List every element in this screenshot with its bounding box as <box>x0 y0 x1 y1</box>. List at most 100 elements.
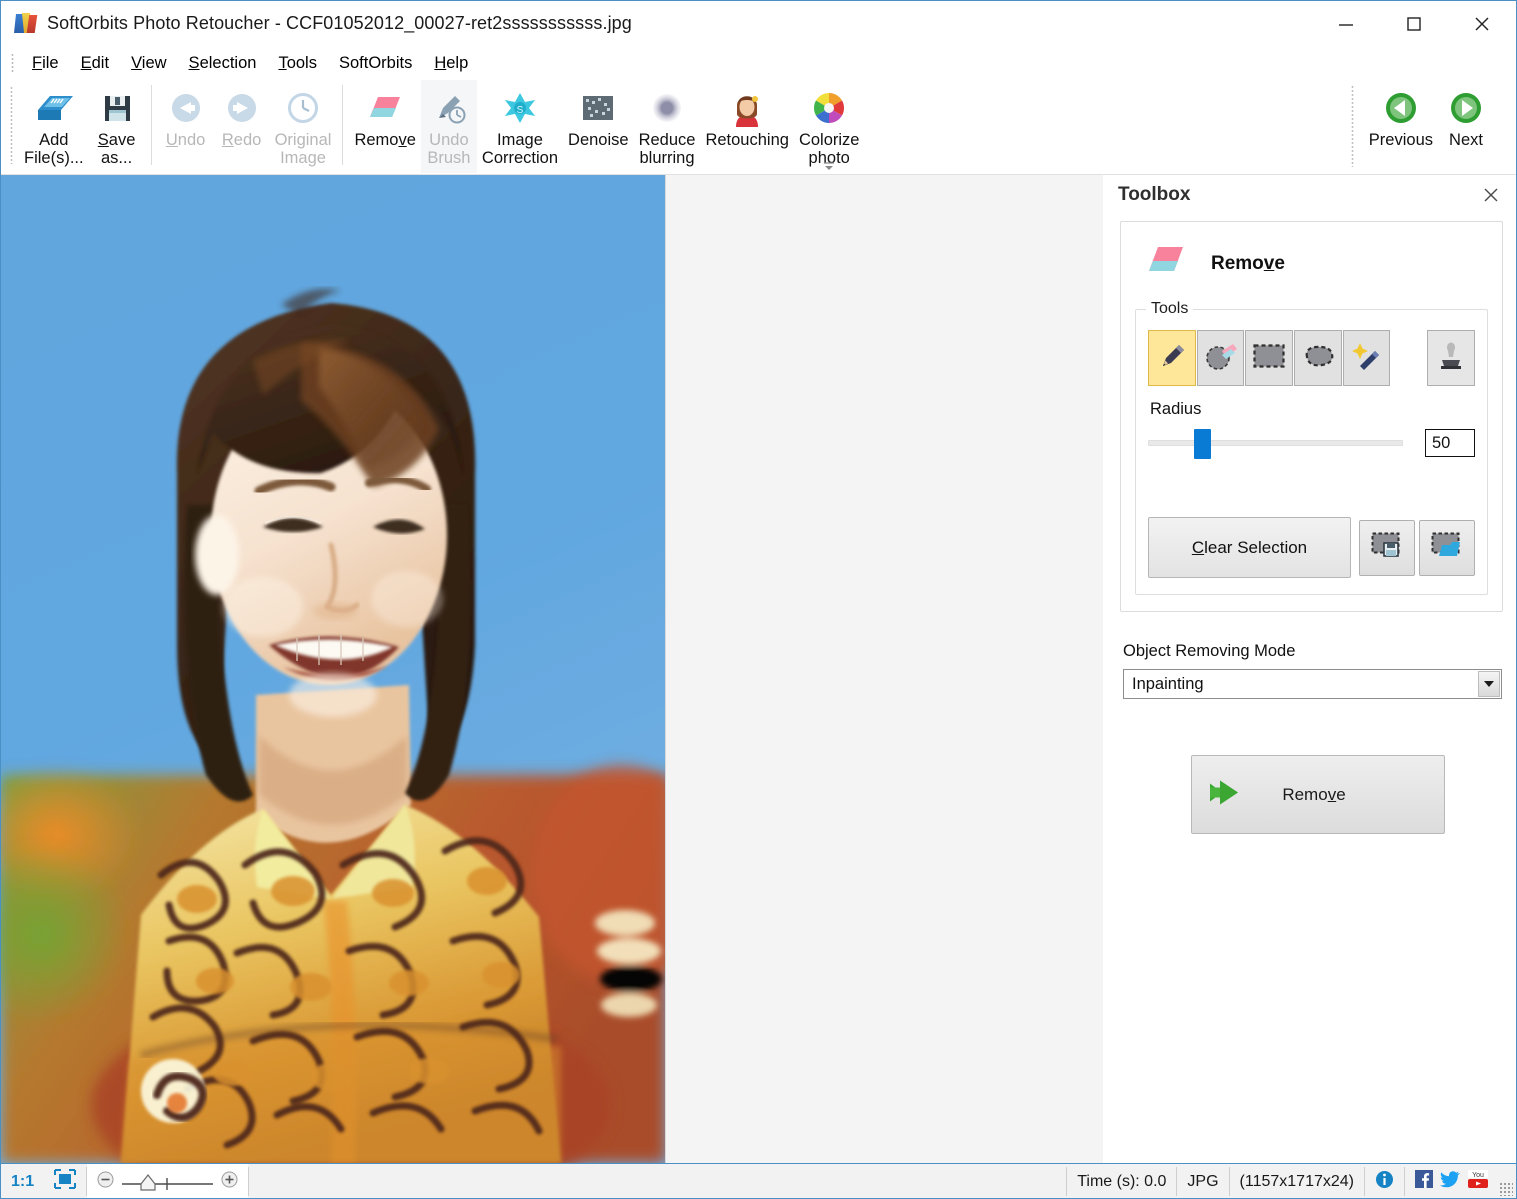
photo-image[interactable] <box>1 175 666 1163</box>
clear-selection-label: Clear Selection <box>1192 538 1307 558</box>
zoom-out-icon[interactable] <box>97 1171 114 1193</box>
toolbox-header: Toolbox <box>1104 175 1516 215</box>
clear-selection-button[interactable]: Clear Selection <box>1148 517 1351 578</box>
zoom-slider-control[interactable] <box>87 1164 248 1199</box>
menu-edit[interactable]: Edit <box>70 51 120 75</box>
radius-control <box>1148 425 1475 461</box>
toolbar-save-as[interactable]: Saveas... <box>89 80 145 173</box>
save-as-icon <box>97 86 137 130</box>
object-removing-mode-select[interactable]: Inpainting <box>1123 669 1502 699</box>
toolbar-undo-brush[interactable]: Undo Brush <box>421 80 477 173</box>
color-wheel-icon <box>809 86 849 130</box>
close-icon[interactable] <box>1448 1 1516 46</box>
rectangle-select-icon <box>1252 343 1286 374</box>
minimize-icon[interactable] <box>1312 1 1380 46</box>
toolbar-denoise-label: Denoise <box>568 131 629 149</box>
zoom-ratio-label: 1:1 <box>11 1173 34 1191</box>
portrait-woman-icon <box>727 86 767 130</box>
toolbar-separator-2 <box>342 85 343 165</box>
toolbar-add-files[interactable]: Add File(s)... <box>19 80 89 173</box>
svg-text:You: You <box>1472 1172 1484 1179</box>
radius-slider[interactable] <box>1148 425 1403 461</box>
zoom-in-icon[interactable] <box>221 1171 238 1193</box>
toolbar-reduce-blurring[interactable]: Reduce blurring <box>634 80 701 173</box>
load-selection-icon <box>1430 531 1464 564</box>
toolbar-remove[interactable]: Remove <box>349 80 420 173</box>
menu-softorbits[interactable]: SoftOrbits <box>328 51 423 75</box>
application-window: SoftOrbits Photo Retoucher - CCF01052012… <box>0 0 1517 1199</box>
menu-help[interactable]: Help <box>423 51 479 75</box>
pencil-tool[interactable] <box>1148 330 1196 386</box>
status-bar: 1:1 <box>1 1163 1516 1199</box>
stamp-tool[interactable] <box>1427 330 1475 386</box>
toolbar-save-as-label: Saveas... <box>98 131 136 167</box>
social-links: You <box>1405 1164 1499 1199</box>
pencil-icon <box>1156 340 1188 377</box>
zoom-ratio-button[interactable]: 1:1 <box>1 1164 44 1199</box>
magic-wand-tool[interactable] <box>1343 330 1391 386</box>
menu-tools[interactable]: Tools <box>267 51 328 75</box>
toolbar-image-correction-label: Image Correction <box>482 131 558 167</box>
twitter-icon[interactable] <box>1440 1170 1460 1193</box>
clock-history-icon <box>284 86 322 130</box>
zoom-slider-track[interactable] <box>120 1171 215 1193</box>
toolbar-drag-grip[interactable] <box>10 86 13 164</box>
add-files-icon <box>32 86 76 130</box>
maximize-icon[interactable] <box>1380 1 1448 46</box>
redo-arrow-icon <box>223 86 261 130</box>
toolbar-redo-label: Redo <box>222 131 261 149</box>
rectangle-select-tool[interactable] <box>1245 330 1293 386</box>
tools-row <box>1148 330 1475 386</box>
toolbar-separator-1 <box>151 85 152 165</box>
window-controls <box>1312 1 1516 46</box>
radius-slider-thumb[interactable] <box>1194 429 1211 459</box>
remove-action-button[interactable]: Remove <box>1191 755 1445 834</box>
radius-input[interactable] <box>1425 429 1475 457</box>
toolbar-denoise[interactable]: Denoise <box>563 80 634 173</box>
image-dimensions: (1157x1717x24) <box>1230 1164 1364 1199</box>
workspace <box>1 175 1103 1163</box>
tools-legend: Tools <box>1146 300 1193 318</box>
youtube-icon[interactable]: You <box>1467 1169 1489 1194</box>
toolbar-previous[interactable]: Previous <box>1364 80 1438 173</box>
close-icon[interactable] <box>1480 184 1502 206</box>
eraser-icon <box>364 86 406 130</box>
menu-view[interactable]: View <box>120 51 177 75</box>
eraser-tool[interactable] <box>1197 330 1245 386</box>
toolbar-original-image[interactable]: Original Image <box>270 80 337 173</box>
green-right-arrow-icon <box>1447 86 1485 130</box>
menu-file[interactable]: File <box>21 51 70 75</box>
chevron-down-icon[interactable] <box>1478 671 1500 697</box>
lasso-select-tool[interactable] <box>1294 330 1342 386</box>
facebook-icon[interactable] <box>1415 1170 1433 1193</box>
toolbar-remove-label: Remove <box>354 131 415 149</box>
toolbar-undo-brush-label: Undo Brush <box>427 131 470 167</box>
toolbar-undo-label: Undo <box>166 131 205 149</box>
radius-slider-track <box>1148 440 1403 446</box>
toolbar-image-correction[interactable]: S Image Correction <box>477 80 563 173</box>
softorbits-logo-icon <box>15 13 37 35</box>
toolbar-undo[interactable]: Undo <box>158 80 214 173</box>
eraser-round-icon <box>1204 340 1238 377</box>
info-button[interactable] <box>1365 1164 1404 1199</box>
menu-bar: File Edit View Selection Tools SoftOrbit… <box>1 46 1516 80</box>
menu-drag-grip[interactable] <box>11 53 14 73</box>
toolbar-retouching[interactable]: Retouching <box>700 80 793 173</box>
toolbar-add-files-label: Add File(s)... <box>24 131 84 167</box>
remove-section-header: Remove <box>1135 236 1488 297</box>
toolbar-overflow-icon[interactable] <box>822 159 836 171</box>
remove-tool-panel: Remove Tools <box>1120 221 1503 612</box>
load-selection-button[interactable] <box>1419 520 1475 576</box>
object-removing-mode-label: Object Removing Mode <box>1123 642 1516 661</box>
toolbar-redo[interactable]: Redo <box>214 80 270 173</box>
menu-selection[interactable]: Selection <box>178 51 268 75</box>
toolbox-title: Toolbox <box>1118 184 1190 206</box>
save-selection-button[interactable] <box>1359 520 1415 576</box>
undo-brush-icon <box>429 86 469 130</box>
main-toolbar: Add File(s)... Saveas... <box>1 80 1516 175</box>
resize-grip[interactable] <box>1499 1182 1513 1196</box>
blur-circle-icon <box>647 86 687 130</box>
toolbar-next[interactable]: Next <box>1438 80 1494 173</box>
image-canvas[interactable] <box>1 175 666 1163</box>
fit-to-screen-button[interactable] <box>44 1164 86 1199</box>
